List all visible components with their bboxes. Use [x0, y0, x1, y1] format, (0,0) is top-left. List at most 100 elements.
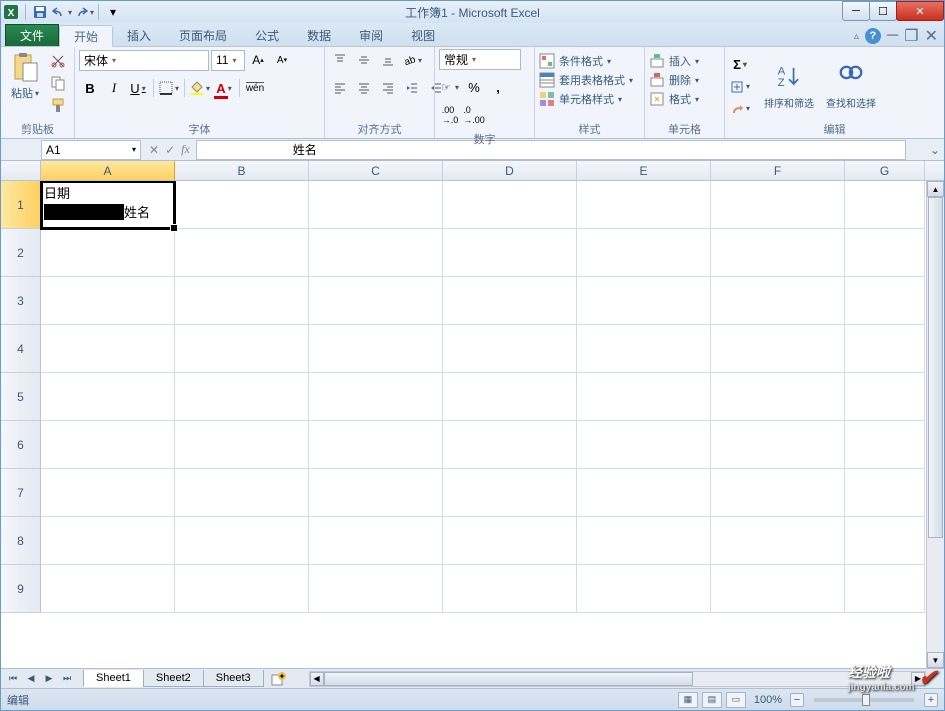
- cell[interactable]: [41, 277, 175, 325]
- align-left-button[interactable]: [329, 77, 351, 99]
- cut-button[interactable]: [47, 51, 69, 71]
- sheet-nav-last[interactable]: ⏭: [59, 671, 75, 687]
- orientation-button[interactable]: ab: [401, 49, 423, 71]
- cell[interactable]: [309, 421, 443, 469]
- row-header-3[interactable]: 3: [1, 277, 41, 325]
- cell-G1[interactable]: [845, 181, 925, 229]
- page-break-view-button[interactable]: ▭: [726, 692, 746, 708]
- cell[interactable]: [845, 517, 925, 565]
- doc-restore-button[interactable]: ❐: [904, 26, 918, 46]
- insert-cells-button[interactable]: 插入▾: [649, 53, 699, 69]
- copy-button[interactable]: [47, 73, 69, 93]
- increase-decimal-button[interactable]: .00→.0: [439, 104, 461, 126]
- cell[interactable]: [41, 565, 175, 613]
- cell-B1[interactable]: [175, 181, 309, 229]
- cell[interactable]: [845, 421, 925, 469]
- cell[interactable]: [41, 229, 175, 277]
- fx-icon[interactable]: fx: [181, 142, 190, 157]
- window-maximize-button[interactable]: ☐: [869, 1, 897, 21]
- tab-view[interactable]: 视图: [397, 24, 449, 46]
- align-bottom-button[interactable]: [377, 49, 399, 71]
- bold-button[interactable]: B: [79, 77, 101, 99]
- cell[interactable]: [845, 325, 925, 373]
- cell[interactable]: [845, 565, 925, 613]
- format-painter-button[interactable]: [47, 95, 69, 115]
- font-color-button[interactable]: A: [213, 77, 235, 99]
- decrease-indent-button[interactable]: [401, 77, 423, 99]
- align-right-button[interactable]: [377, 77, 399, 99]
- cell[interactable]: [577, 229, 711, 277]
- cell[interactable]: [711, 325, 845, 373]
- tab-home[interactable]: 开始: [59, 25, 113, 47]
- sheet-tab-3[interactable]: Sheet3: [203, 670, 264, 687]
- cell[interactable]: [443, 421, 577, 469]
- cell[interactable]: [443, 229, 577, 277]
- cell[interactable]: [175, 325, 309, 373]
- row-header-8[interactable]: 8: [1, 517, 41, 565]
- col-header-C[interactable]: C: [309, 161, 443, 180]
- cell[interactable]: [845, 277, 925, 325]
- delete-cells-button[interactable]: 删除▾: [649, 72, 699, 88]
- cell[interactable]: [309, 373, 443, 421]
- scroll-up-button[interactable]: ▲: [927, 181, 944, 197]
- cell[interactable]: [41, 373, 175, 421]
- cell[interactable]: [175, 277, 309, 325]
- border-button[interactable]: [158, 77, 180, 99]
- cell[interactable]: [443, 325, 577, 373]
- window-close-button[interactable]: ✕: [896, 1, 944, 21]
- cell[interactable]: [711, 565, 845, 613]
- cell[interactable]: [711, 421, 845, 469]
- row-header-9[interactable]: 9: [1, 565, 41, 613]
- format-cells-button[interactable]: 格式▾: [649, 91, 699, 107]
- col-header-A[interactable]: A: [41, 161, 175, 180]
- horizontal-scrollbar[interactable]: ◀ ▶: [309, 671, 926, 687]
- row-header-7[interactable]: 7: [1, 469, 41, 517]
- cell[interactable]: [845, 469, 925, 517]
- zoom-out-button[interactable]: −: [790, 693, 804, 707]
- italic-button[interactable]: I: [103, 77, 125, 99]
- zoom-thumb[interactable]: [862, 694, 870, 706]
- cell[interactable]: [577, 373, 711, 421]
- cell[interactable]: [41, 325, 175, 373]
- cell-C1[interactable]: [309, 181, 443, 229]
- tab-review[interactable]: 审阅: [345, 24, 397, 46]
- cell[interactable]: [711, 277, 845, 325]
- col-header-D[interactable]: D: [443, 161, 577, 180]
- row-header-6[interactable]: 6: [1, 421, 41, 469]
- cell-D1[interactable]: [443, 181, 577, 229]
- col-header-F[interactable]: F: [711, 161, 845, 180]
- row-header-2[interactable]: 2: [1, 229, 41, 277]
- scroll-left-button[interactable]: ◀: [310, 672, 324, 686]
- font-name-combo[interactable]: 宋体▾: [79, 50, 209, 71]
- vertical-scrollbar[interactable]: ▲ ▼: [926, 181, 944, 668]
- col-header-E[interactable]: E: [577, 161, 711, 180]
- align-top-button[interactable]: [329, 49, 351, 71]
- cell[interactable]: [443, 277, 577, 325]
- cell[interactable]: [41, 517, 175, 565]
- col-header-B[interactable]: B: [175, 161, 309, 180]
- cell[interactable]: [175, 421, 309, 469]
- tab-insert[interactable]: 插入: [113, 24, 165, 46]
- file-tab[interactable]: 文件: [5, 24, 59, 46]
- sheet-nav-first[interactable]: ⏮: [5, 671, 21, 687]
- row-header-5[interactable]: 5: [1, 373, 41, 421]
- ribbon-minimize-icon[interactable]: ▵: [854, 31, 859, 42]
- autosum-button[interactable]: Σ: [729, 55, 751, 75]
- cell[interactable]: [443, 469, 577, 517]
- normal-view-button[interactable]: ▦: [678, 692, 698, 708]
- doc-minimize-button[interactable]: ─: [887, 27, 898, 45]
- zoom-slider[interactable]: [814, 698, 914, 702]
- accounting-format-button[interactable]: ☞: [439, 76, 461, 98]
- decrease-font-button[interactable]: A▾: [271, 49, 293, 71]
- cell[interactable]: [711, 469, 845, 517]
- paste-button[interactable]: 粘贴▾: [5, 49, 45, 101]
- conditional-format-button[interactable]: 条件格式▾: [539, 53, 633, 69]
- cancel-formula-button[interactable]: ✕: [149, 143, 159, 157]
- cell[interactable]: [443, 373, 577, 421]
- fill-button[interactable]: [729, 77, 751, 97]
- cell[interactable]: [309, 517, 443, 565]
- redo-button[interactable]: [74, 3, 94, 21]
- qat-customize[interactable]: ▾: [103, 3, 123, 21]
- cell[interactable]: [577, 469, 711, 517]
- cell[interactable]: [443, 565, 577, 613]
